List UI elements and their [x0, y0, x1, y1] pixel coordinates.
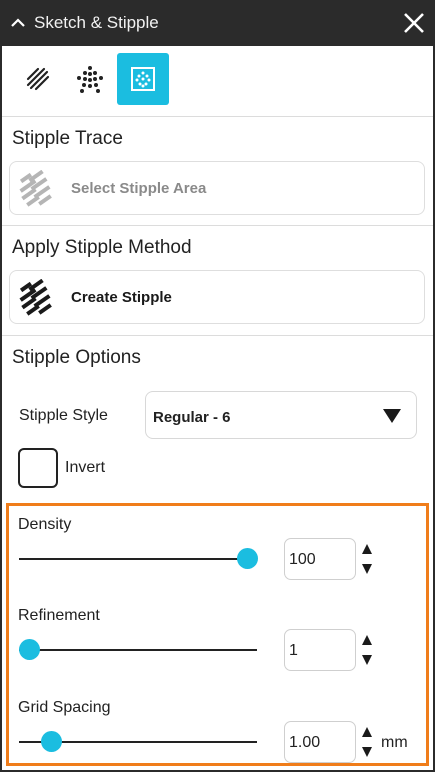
stipple-style-select[interactable]: Regular - 6 [145, 391, 417, 439]
invert-label: Invert [65, 459, 106, 476]
density-value: 100 [289, 551, 316, 568]
stipple-style-label: Stipple Style [19, 407, 108, 424]
create-stipple-label: Create Stipple [71, 289, 172, 306]
divider [2, 225, 433, 226]
select-stipple-area-label: Select Stipple Area [71, 180, 207, 197]
stipple-trace-icon [19, 170, 52, 207]
divider [2, 116, 433, 117]
section-title-apply-method: Apply Stipple Method [12, 237, 192, 258]
mode-stipple-dots-button[interactable] [64, 53, 116, 105]
window-title: Sketch & Stipple [34, 13, 159, 32]
density-slider-track[interactable] [19, 548, 258, 569]
refinement-label: Refinement [18, 607, 100, 624]
stipple-style-value: Regular - 6 [153, 409, 231, 426]
section-title-stipple-trace: Stipple Trace [12, 128, 123, 149]
stipple-dots-icon [77, 66, 103, 93]
grid-spacing-unit: mm [381, 734, 408, 751]
grid-spacing-value: 1.00 [289, 734, 321, 751]
grid-spacing-spinner-icon[interactable] [361, 725, 373, 759]
select-stipple-area-button[interactable]: Select Stipple Area [9, 161, 425, 215]
stipple-grid-icon [131, 67, 155, 91]
grid-spacing-input[interactable]: 1.00 [284, 721, 356, 763]
density-spinner-icon[interactable] [361, 542, 373, 576]
density-label: Density [18, 516, 72, 533]
density-slider-thumb[interactable] [237, 548, 258, 569]
invert-checkbox[interactable] [18, 448, 58, 488]
create-stipple-button[interactable]: Create Stipple [9, 270, 425, 324]
refinement-spinner-icon[interactable] [361, 633, 373, 667]
grid-spacing-slider-thumb[interactable] [40, 731, 62, 752]
refinement-slider-track[interactable] [19, 639, 257, 660]
grid-spacing-label: Grid Spacing [18, 699, 111, 716]
sketch-icon [26, 67, 50, 91]
mode-stipple-grid-button[interactable] [117, 53, 169, 105]
create-stipple-icon [19, 279, 52, 316]
divider [2, 335, 433, 336]
mode-sketch-button[interactable] [12, 53, 64, 105]
refinement-input[interactable]: 1 [284, 629, 356, 671]
close-icon[interactable] [402, 11, 426, 35]
mode-toolbar [0, 46, 435, 116]
title-bar: Sketch & Stipple [0, 0, 435, 46]
caret-down-icon [383, 409, 401, 423]
refinement-value: 1 [289, 642, 298, 659]
refinement-slider-thumb[interactable] [19, 639, 40, 660]
density-input[interactable]: 100 [284, 538, 356, 580]
chevron-up-icon[interactable] [10, 15, 26, 31]
section-title-stipple-options: Stipple Options [12, 347, 141, 368]
grid-spacing-slider-track[interactable] [19, 731, 257, 752]
